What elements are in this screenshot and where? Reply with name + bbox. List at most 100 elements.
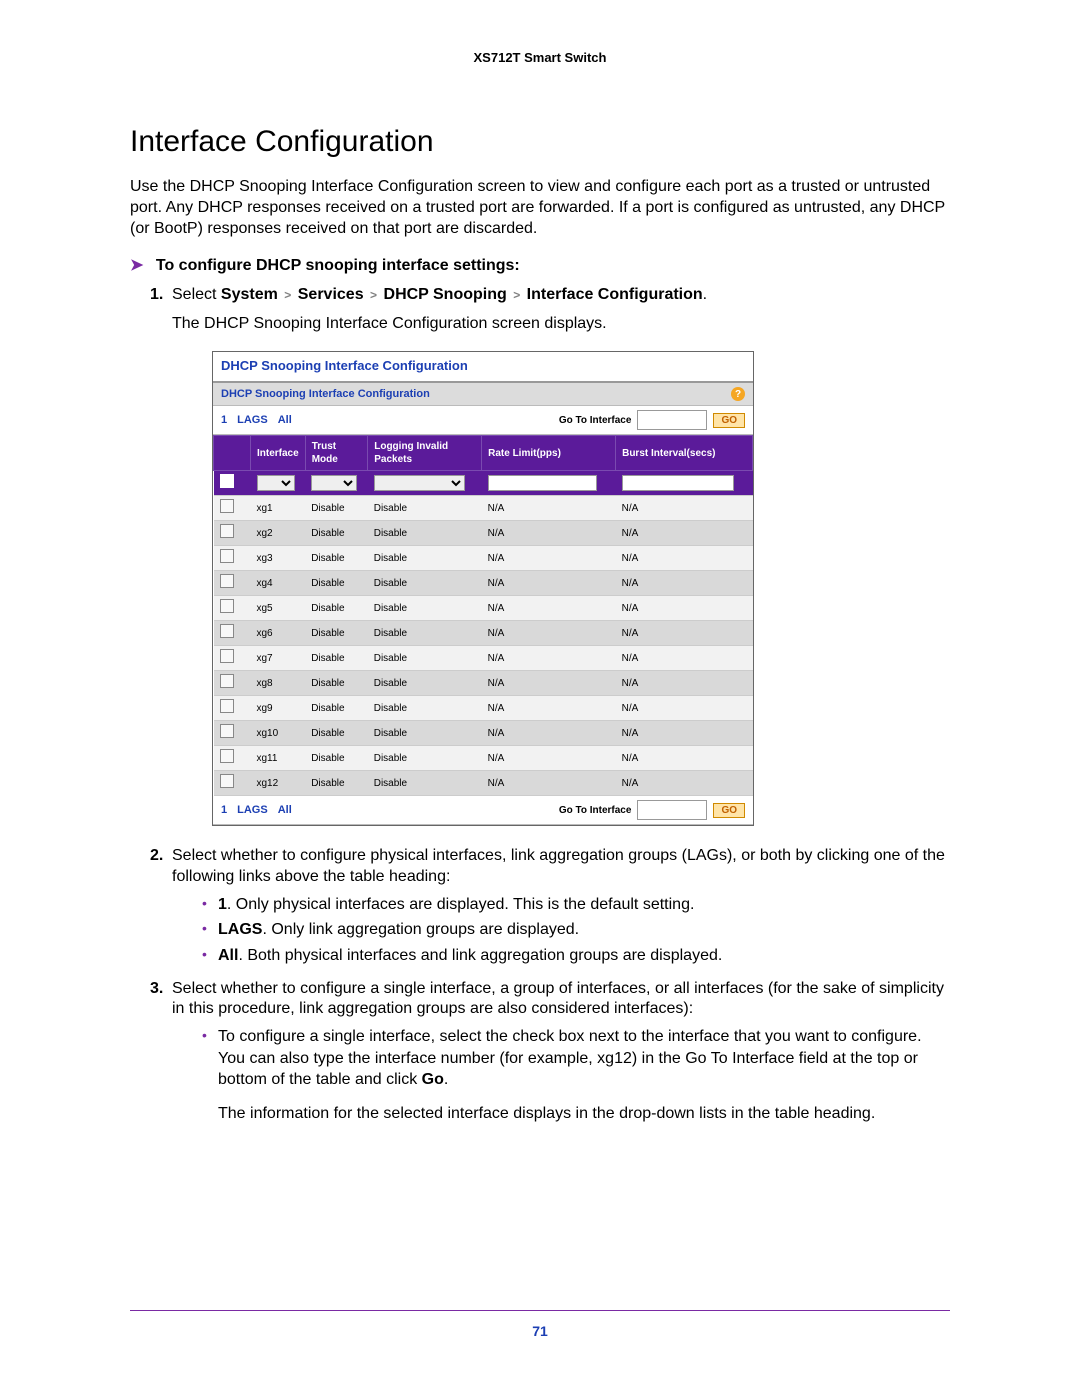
cell-trust-mode: Disable xyxy=(305,646,368,671)
procedure-heading-text: To configure DHCP snooping interface set… xyxy=(156,257,520,274)
cell-trust-mode: Disable xyxy=(305,621,368,646)
goto-input-top[interactable] xyxy=(637,410,707,430)
interface-table: Interface Trust Mode Logging Invalid Pac… xyxy=(213,435,753,796)
goto-input-bottom[interactable] xyxy=(637,800,707,820)
filter-rate-limit[interactable] xyxy=(488,475,598,491)
nav-link-lags-bottom[interactable]: LAGS xyxy=(237,803,268,817)
cell-trust-mode: Disable xyxy=(305,521,368,546)
th-burst-interval: Burst Interval(secs) xyxy=(616,436,753,471)
step3-bullet-1: To configure a single interface, select … xyxy=(202,1026,950,1124)
cell-interface: xg5 xyxy=(251,596,306,621)
cell-burst-interval: N/A xyxy=(616,671,753,696)
table-row: xg4DisableDisableN/AN/A xyxy=(214,571,753,596)
cell-burst-interval: N/A xyxy=(616,521,753,546)
table-row: xg6DisableDisableN/AN/A xyxy=(214,621,753,646)
cell-burst-interval: N/A xyxy=(616,696,753,721)
panel-title: DHCP Snooping Interface Configuration xyxy=(213,352,753,383)
step-1: 1. Select System > Services > DHCP Snoop… xyxy=(150,285,950,826)
cell-rate-limit: N/A xyxy=(482,571,616,596)
cell-burst-interval: N/A xyxy=(616,496,753,521)
cell-rate-limit: N/A xyxy=(482,671,616,696)
cell-interface: xg7 xyxy=(251,646,306,671)
step2-bullet-1: 1. Only physical interfaces are displaye… xyxy=(202,894,950,916)
goto-label-bottom: Go To Interface xyxy=(559,804,632,817)
goto-label-top: Go To Interface xyxy=(559,414,632,427)
cell-interface: xg9 xyxy=(251,696,306,721)
table-row: xg11DisableDisableN/AN/A xyxy=(214,746,753,771)
table-row: xg2DisableDisableN/AN/A xyxy=(214,521,753,546)
cell-logging: Disable xyxy=(368,546,482,571)
cell-burst-interval: N/A xyxy=(616,646,753,671)
filter-trust-mode[interactable] xyxy=(311,475,356,491)
row-checkbox[interactable] xyxy=(220,724,234,738)
th-rate-limit: Rate Limit(pps) xyxy=(482,436,616,471)
table-row: xg9DisableDisableN/AN/A xyxy=(214,696,753,721)
cell-burst-interval: N/A xyxy=(616,596,753,621)
row-checkbox[interactable] xyxy=(220,649,234,663)
step-2: 2. Select whether to configure physical … xyxy=(150,846,950,966)
go-button-top[interactable]: GO xyxy=(713,413,745,428)
th-interface: Interface xyxy=(251,436,306,471)
cell-burst-interval: N/A xyxy=(616,621,753,646)
table-row: xg5DisableDisableN/AN/A xyxy=(214,596,753,621)
cell-trust-mode: Disable xyxy=(305,571,368,596)
nav-link-1[interactable]: 1 xyxy=(221,413,227,427)
row-checkbox[interactable] xyxy=(220,699,234,713)
table-row: xg8DisableDisableN/AN/A xyxy=(214,671,753,696)
row-checkbox[interactable] xyxy=(220,599,234,613)
cell-trust-mode: Disable xyxy=(305,671,368,696)
cell-rate-limit: N/A xyxy=(482,546,616,571)
nav-row-top: 1 LAGS All Go To Interface GO xyxy=(213,406,753,435)
row-checkbox[interactable] xyxy=(220,624,234,638)
nav-link-lags[interactable]: LAGS xyxy=(237,413,268,427)
ui-screenshot: DHCP Snooping Interface Configuration DH… xyxy=(212,351,754,826)
cell-interface: xg3 xyxy=(251,546,306,571)
cell-rate-limit: N/A xyxy=(482,596,616,621)
cell-burst-interval: N/A xyxy=(616,546,753,571)
cell-interface: xg12 xyxy=(251,771,306,796)
cell-rate-limit: N/A xyxy=(482,621,616,646)
cell-trust-mode: Disable xyxy=(305,771,368,796)
table-row: xg7DisableDisableN/AN/A xyxy=(214,646,753,671)
nav-link-all-bottom[interactable]: All xyxy=(278,803,292,817)
footer-divider xyxy=(130,1310,950,1311)
cell-logging: Disable xyxy=(368,771,482,796)
cell-burst-interval: N/A xyxy=(616,746,753,771)
cell-logging: Disable xyxy=(368,746,482,771)
cell-burst-interval: N/A xyxy=(616,721,753,746)
go-button-bottom[interactable]: GO xyxy=(713,803,745,818)
intro-paragraph: Use the DHCP Snooping Interface Configur… xyxy=(130,177,950,239)
row-checkbox[interactable] xyxy=(220,574,234,588)
row-checkbox[interactable] xyxy=(220,749,234,763)
help-icon[interactable]: ? xyxy=(731,387,745,401)
cell-logging: Disable xyxy=(368,521,482,546)
row-checkbox[interactable] xyxy=(220,774,234,788)
cell-interface: xg8 xyxy=(251,671,306,696)
doc-header: XS712T Smart Switch xyxy=(130,50,950,65)
arrow-icon: ➤ xyxy=(130,257,143,274)
nav-link-all[interactable]: All xyxy=(278,413,292,427)
step3-bullet-1-note: The information for the selected interfa… xyxy=(218,1103,950,1125)
cell-logging: Disable xyxy=(368,721,482,746)
step-1-prefix: Select xyxy=(172,286,221,303)
row-checkbox[interactable] xyxy=(220,524,234,538)
row-checkbox[interactable] xyxy=(220,674,234,688)
cell-logging: Disable xyxy=(368,696,482,721)
step-1-path: System > Services > DHCP Snooping > Inte… xyxy=(221,286,703,303)
cell-logging: Disable xyxy=(368,571,482,596)
row-checkbox[interactable] xyxy=(220,549,234,563)
filter-logging[interactable] xyxy=(374,475,466,491)
cell-trust-mode: Disable xyxy=(305,496,368,521)
nav-link-1-bottom[interactable]: 1 xyxy=(221,803,227,817)
panel-subtitle: DHCP Snooping Interface Configuration xyxy=(221,387,430,401)
table-row: xg1DisableDisableN/AN/A xyxy=(214,496,753,521)
filter-interface[interactable] xyxy=(257,475,295,491)
row-checkbox[interactable] xyxy=(220,499,234,513)
step-1-note: The DHCP Snooping Interface Configuratio… xyxy=(172,314,950,335)
cell-logging: Disable xyxy=(368,621,482,646)
th-trust-mode: Trust Mode xyxy=(305,436,368,471)
select-all-checkbox[interactable] xyxy=(220,474,234,488)
filter-burst-interval[interactable] xyxy=(622,475,734,491)
table-row: xg3DisableDisableN/AN/A xyxy=(214,546,753,571)
cell-logging: Disable xyxy=(368,496,482,521)
